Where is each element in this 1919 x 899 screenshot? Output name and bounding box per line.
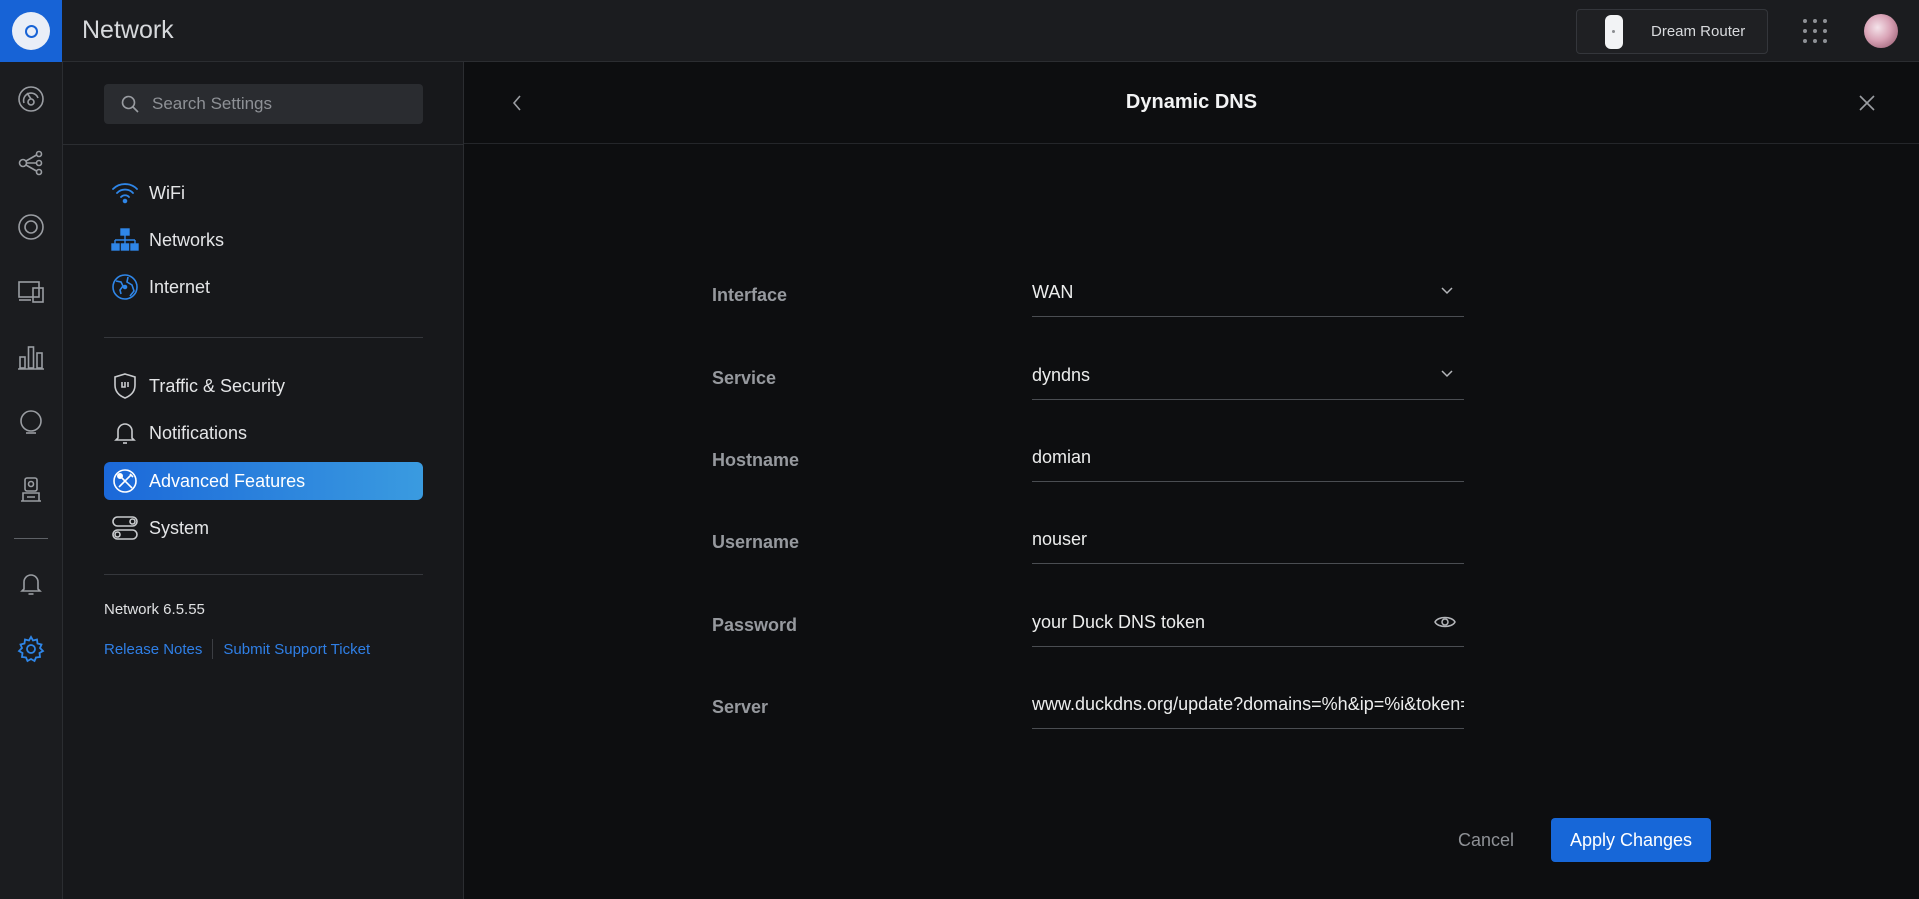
form-row-hostname: Hostname domian <box>712 432 1512 482</box>
unifi-logo[interactable] <box>0 0 62 62</box>
form-row-username: Username nouser <box>712 514 1512 564</box>
sidebar-item-advanced-features[interactable]: Advanced Features <box>104 462 423 500</box>
user-avatar[interactable] <box>1864 14 1898 48</box>
wifi-icon <box>111 179 139 207</box>
clients-icon[interactable] <box>14 274 48 308</box>
chevron-down-icon <box>1441 287 1453 295</box>
username-value: nouser <box>1032 529 1088 549</box>
search-icon <box>121 95 139 113</box>
close-icon <box>1859 95 1875 111</box>
show-password-eye-icon[interactable] <box>1434 614 1456 630</box>
release-notes-link[interactable]: Release Notes <box>104 641 202 658</box>
password-label: Password <box>712 615 798 635</box>
system-log-icon[interactable] <box>14 472 48 506</box>
app-rail <box>0 62 63 899</box>
apps-grid-icon[interactable] <box>1803 19 1827 43</box>
interface-value: WAN <box>1032 282 1074 302</box>
form-row-server: Server www.duckdns.org/update?domains=%h… <box>712 679 1512 729</box>
bell-icon <box>111 419 139 447</box>
sidebar-item-label: Notifications <box>149 422 248 443</box>
internet-globe-icon <box>111 273 139 301</box>
dashboard-icon[interactable] <box>14 82 48 116</box>
apply-changes-button[interactable]: Apply Changes <box>1551 818 1711 862</box>
app-title: Network <box>82 16 174 44</box>
service-value: dyndns <box>1032 365 1091 385</box>
panel-header: Dynamic DNS <box>464 62 1919 144</box>
device-selector[interactable]: Dream Router <box>1576 9 1768 54</box>
password-input[interactable]: your Duck DNS token <box>1032 597 1464 647</box>
device-name: Dream Router <box>1651 23 1746 40</box>
form-row-interface: Interface WAN <box>712 267 1512 317</box>
hostname-label: Hostname <box>712 450 800 470</box>
statistics-icon[interactable] <box>14 340 48 374</box>
router-device-icon <box>1605 14 1623 49</box>
system-toggle-icon <box>111 514 139 542</box>
link-divider <box>212 639 214 659</box>
dynamic-dns-panel: Dynamic DNS Interface WAN Service dyndns… <box>464 62 1919 899</box>
sidebar-item-label: WiFi <box>149 182 185 203</box>
support-ticket-link[interactable]: Submit Support Ticket <box>223 641 370 658</box>
sidebar-item-label: Traffic & Security <box>149 375 286 396</box>
hostname-value: domian <box>1032 447 1092 467</box>
sidebar-footer-divider <box>104 574 423 575</box>
password-value: your Duck DNS token <box>1032 612 1206 632</box>
form-row-service: Service dyndns <box>712 350 1512 400</box>
networks-icon <box>111 226 139 254</box>
interface-select[interactable]: WAN <box>1032 267 1464 317</box>
panel-title: Dynamic DNS <box>1125 91 1258 113</box>
footer-links: Release Notes Submit Support Ticket <box>104 639 370 659</box>
sidebar-item-system[interactable]: System <box>104 509 423 547</box>
server-input[interactable]: www.duckdns.org/update?domains=%h&ip=%i&… <box>1032 679 1464 729</box>
sidebar-item-notifications[interactable]: Notifications <box>104 414 423 452</box>
sidebar-item-label: Advanced Features <box>149 470 306 491</box>
notifications-icon[interactable] <box>14 566 48 600</box>
search-input[interactable] <box>152 94 402 114</box>
cancel-button[interactable]: Cancel <box>1441 818 1531 862</box>
sidebar-item-label: Networks <box>149 229 225 250</box>
sidebar-item-label: Internet <box>149 276 211 297</box>
sidebar-item-traffic-security[interactable]: Traffic & Security <box>104 367 423 405</box>
chevron-down-icon <box>1441 370 1453 378</box>
sidebar-divider <box>63 144 464 145</box>
interface-label: Interface <box>712 285 788 305</box>
app-version: Network 6.5.55 <box>104 601 205 618</box>
settings-icon[interactable] <box>14 632 48 666</box>
sidebar-item-label: System <box>149 517 210 538</box>
settings-sidebar: WiFi Networks Internet Traffic & Securit… <box>63 62 464 899</box>
sidebar-item-networks[interactable]: Networks <box>104 221 423 259</box>
rail-divider <box>14 538 48 539</box>
service-select[interactable]: dyndns <box>1032 350 1464 400</box>
server-label: Server <box>712 697 769 717</box>
sidebar-item-internet[interactable]: Internet <box>104 268 423 306</box>
shield-icon <box>111 372 139 400</box>
service-label: Service <box>712 368 777 388</box>
username-input[interactable]: nouser <box>1032 514 1464 564</box>
logo-mark <box>12 12 50 50</box>
username-label: Username <box>712 532 800 552</box>
form-row-password: Password your Duck DNS token <box>712 597 1512 647</box>
topology-icon[interactable] <box>14 146 48 180</box>
sidebar-item-wifi[interactable]: WiFi <box>104 174 423 212</box>
advanced-features-icon <box>111 467 139 495</box>
devices-icon[interactable] <box>14 210 48 244</box>
search-settings[interactable] <box>104 84 423 124</box>
server-value: www.duckdns.org/update?domains=%h&ip=%i&… <box>1032 694 1464 714</box>
sidebar-group-divider <box>104 337 423 338</box>
insights-icon[interactable] <box>14 406 48 440</box>
close-button[interactable] <box>1854 90 1880 116</box>
hostname-input[interactable]: domian <box>1032 432 1464 482</box>
top-bar: Network Dream Router <box>0 0 1919 62</box>
